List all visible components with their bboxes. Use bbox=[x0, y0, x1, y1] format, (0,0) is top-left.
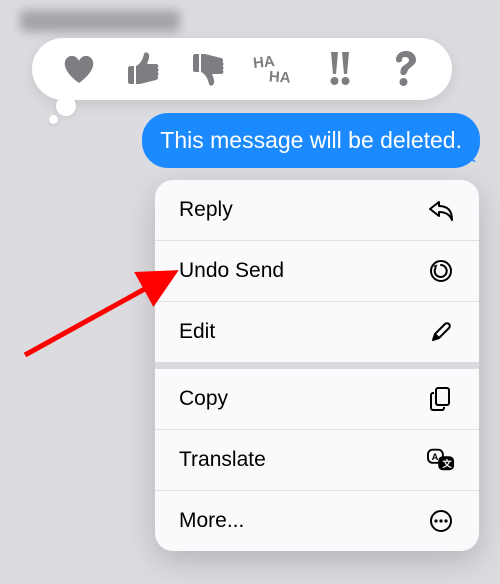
svg-text:文: 文 bbox=[441, 458, 452, 469]
undo-icon bbox=[427, 257, 455, 285]
pencil-icon bbox=[427, 318, 455, 346]
tapback-question[interactable] bbox=[383, 47, 427, 91]
tapback-exclaim[interactable] bbox=[318, 47, 362, 91]
tapback-thumbs-up[interactable] bbox=[122, 47, 166, 91]
tapback-thumbs-down[interactable] bbox=[187, 47, 231, 91]
tapback-tail bbox=[56, 96, 76, 116]
thumbs-up-icon bbox=[128, 52, 160, 86]
double-exclaim-icon bbox=[327, 52, 353, 86]
svg-text:HA: HA bbox=[268, 68, 291, 84]
menu-item-edit[interactable]: Edit bbox=[155, 301, 479, 362]
menu-item-reply[interactable]: Reply bbox=[155, 180, 479, 240]
sent-message-bubble[interactable]: This message will be deleted. bbox=[142, 113, 480, 168]
menu-item-label: Undo Send bbox=[179, 259, 284, 283]
menu-item-label: Copy bbox=[179, 387, 228, 411]
more-icon bbox=[427, 507, 455, 535]
heart-icon bbox=[61, 53, 97, 85]
tapback-haha[interactable]: HA HA bbox=[253, 47, 297, 91]
tapback-tail-small bbox=[49, 115, 58, 124]
menu-item-copy[interactable]: Copy bbox=[155, 369, 479, 429]
message-text: This message will be deleted. bbox=[160, 127, 462, 153]
menu-item-more[interactable]: More... bbox=[155, 490, 479, 551]
menu-item-label: Edit bbox=[179, 320, 215, 344]
copy-icon bbox=[427, 385, 455, 413]
question-icon bbox=[393, 51, 417, 87]
reply-icon bbox=[427, 196, 455, 224]
menu-item-label: More... bbox=[179, 509, 244, 533]
menu-item-label: Reply bbox=[179, 198, 233, 222]
svg-text:A: A bbox=[432, 452, 439, 462]
menu-item-label: Translate bbox=[179, 448, 266, 472]
tapback-heart[interactable] bbox=[57, 47, 101, 91]
thumbs-down-icon bbox=[193, 52, 225, 86]
menu-item-undo-send[interactable]: Undo Send bbox=[155, 240, 479, 301]
menu-item-translate[interactable]: Translate A 文 bbox=[155, 429, 479, 490]
tapback-bar: HA HA bbox=[32, 38, 452, 100]
translate-icon: A 文 bbox=[427, 446, 455, 474]
sender-name-redacted bbox=[20, 10, 180, 32]
haha-icon: HA HA bbox=[253, 54, 297, 84]
context-menu: Reply Undo Send Edit bbox=[155, 180, 479, 551]
